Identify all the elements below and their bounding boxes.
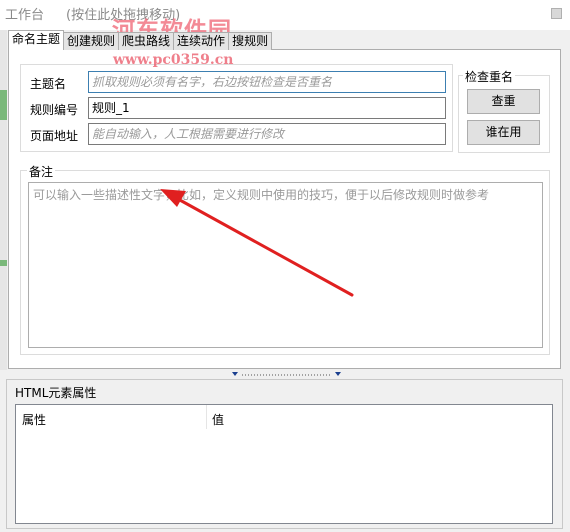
tab-search-rules[interactable]: 搜规则 [228,32,273,50]
rule-no-input[interactable]: 规则_1 [88,97,446,119]
left-edge-marker [0,260,7,266]
properties-table[interactable]: 属性 值 [15,404,553,524]
left-edge-marker [0,90,7,120]
column-divider[interactable] [206,405,207,429]
topic-input[interactable]: 抓取规则必须有名字，右边按钮检查是否重名 [88,71,446,93]
page-url-placeholder: 能自动输入，人工根据需要进行修改 [92,127,285,141]
topic-label: 主题名 [30,77,67,91]
notes-textarea[interactable]: 可以输入一些描述性文字，比如，定义规则中使用的技巧，便于以后修改规则时做参考 [28,182,543,348]
tab-create-rule[interactable]: 创建规则 [63,32,120,50]
notes-placeholder: 可以输入一些描述性文字，比如，定义规则中使用的技巧，便于以后修改规则时做参考 [33,188,490,202]
title-bar[interactable]: 工作台 (按住此处拖拽移动) [0,0,570,30]
splitter-handle[interactable] [230,371,343,378]
tab-panel: 主题名 抓取规则必须有名字，右边按钮检查是否重名 规则编号 规则_1 页面地址 … [8,49,561,369]
rule-no-label: 规则编号 [30,103,79,117]
tab-crawler-route[interactable]: 爬虫路线 [118,32,175,50]
rule-no-value: 规则_1 [92,101,130,115]
html-properties-title: HTML元素属性 [15,386,97,400]
tab-strip: 命名主题 创建规则 爬虫路线 连续动作 搜规则 [8,30,273,50]
page-url-input[interactable]: 能自动输入，人工根据需要进行修改 [88,123,446,145]
check-name-legend: 检查重名 [463,68,516,85]
who-uses-button[interactable]: 谁在用 [467,120,540,145]
close-icon[interactable] [551,8,562,19]
topic-placeholder: 抓取规则必须有名字，右边按钮检查是否重名 [92,75,333,89]
tab-continuous-action[interactable]: 连续动作 [173,32,230,50]
column-header-attribute[interactable]: 属性 [22,411,46,428]
check-duplicate-button[interactable]: 查重 [467,89,540,114]
html-properties-panel: HTML元素属性 属性 值 [6,379,563,529]
left-edge-strip [0,30,7,370]
column-header-value[interactable]: 值 [212,411,224,428]
page-url-label: 页面地址 [30,129,79,143]
notes-legend: 备注 [27,163,56,180]
tab-name-topic[interactable]: 命名主题 [8,30,65,50]
window-title: 工作台 [5,8,45,23]
watermark-url: www.pc0359.cn [113,52,234,68]
